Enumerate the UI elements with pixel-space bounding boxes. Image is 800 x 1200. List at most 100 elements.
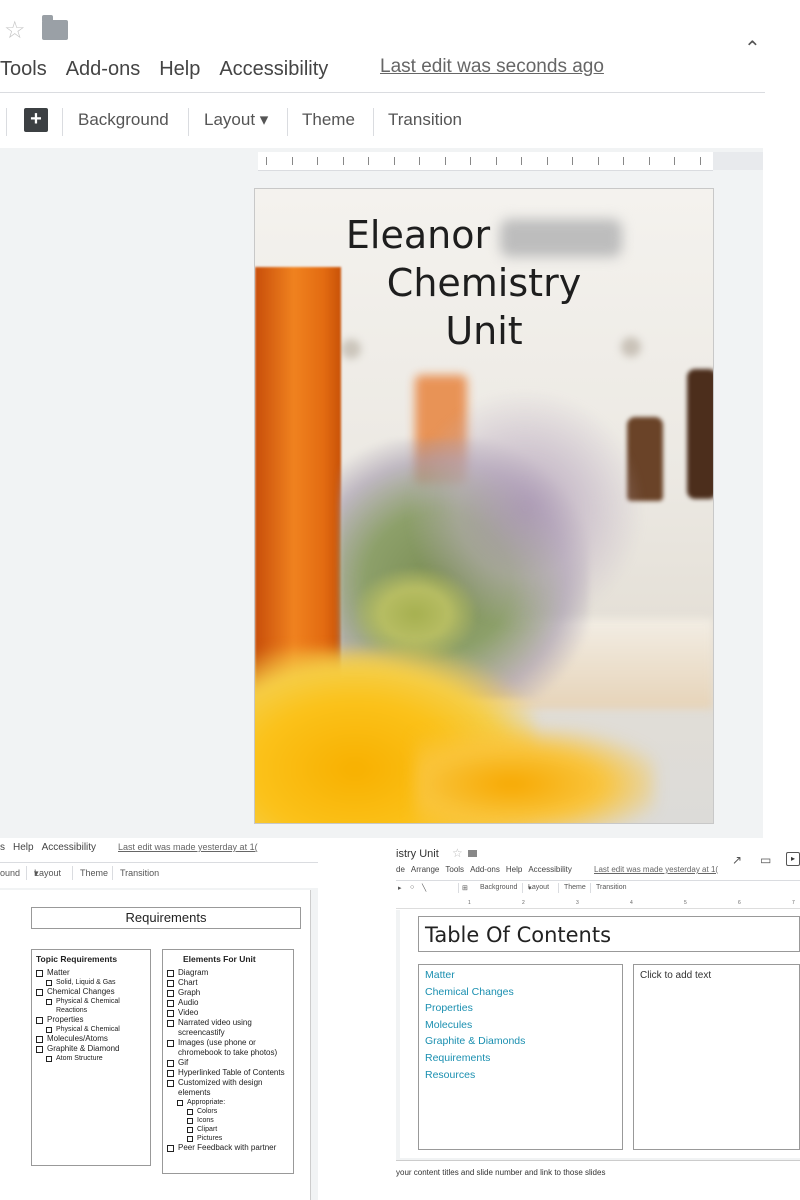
background-button[interactable]: Background — [480, 884, 517, 891]
comment-icon[interactable]: ▭ — [760, 853, 771, 867]
checkbox-bullet-icon — [167, 1060, 174, 1067]
select-icon[interactable]: ▸ — [398, 884, 402, 892]
ruler-tick — [291, 157, 293, 165]
menu-bar: s Help Accessibility — [0, 842, 104, 853]
background-button[interactable]: ound — [0, 868, 20, 878]
last-edit-link[interactable]: Last edit was seconds ago — [380, 56, 604, 78]
speaker-notes-divider[interactable] — [396, 1160, 800, 1161]
checkbox-bullet-icon — [167, 990, 174, 997]
checklist-item-text: Molecules/Atoms — [47, 1034, 108, 1043]
document-title[interactable]: istry Unit — [396, 848, 439, 860]
checkbox-bullet-icon — [187, 1109, 193, 1115]
ruler-tick — [342, 157, 344, 165]
ruler-tick — [266, 157, 267, 165]
menu-arrange[interactable]: Arrange — [411, 865, 439, 874]
toolbar-divider — [62, 108, 63, 136]
theme-button[interactable]: Theme — [80, 868, 108, 878]
student-first-name: Eleanor — [345, 213, 491, 257]
checkbox-bullet-icon — [46, 1027, 52, 1033]
topic-requirements-box[interactable]: Topic Requirements Matter Solid, Liquid &… — [31, 949, 151, 1166]
checklist-item-text: Solid, Liquid & Gas — [56, 979, 116, 986]
toc-links-box[interactable]: Matter Chemical Changes Properties Molec… — [418, 964, 623, 1150]
toolbar-divider — [26, 866, 27, 880]
topic-requirements-header: Topic Requirements — [36, 954, 118, 964]
text-placeholder-box[interactable]: Click to add text — [633, 964, 800, 1150]
checklist-item: Chart — [167, 978, 289, 988]
toc-link-matter[interactable]: Matter — [425, 967, 616, 984]
toc-link-properties[interactable]: Properties — [425, 1000, 616, 1017]
menu-accessibility[interactable]: Accessibility — [219, 58, 328, 81]
toc-link-resources[interactable]: Resources — [425, 1067, 616, 1084]
toc-link-graphite-diamonds[interactable]: Graphite & Diamonds — [425, 1033, 616, 1050]
checkbox-bullet-icon — [167, 1070, 174, 1077]
last-edit-link[interactable]: Last edit was made yesterday at 1( — [118, 842, 258, 852]
menu-slide-cropped[interactable]: de — [396, 865, 405, 874]
checkbox-bullet-icon — [167, 1040, 174, 1047]
collapse-menu-icon[interactable]: ⌃ — [744, 36, 761, 61]
folder-icon[interactable] — [468, 850, 477, 857]
present-icon[interactable]: ▸ — [786, 852, 800, 866]
elements-for-unit-box[interactable]: Elements For Unit Diagram Chart Graph Audio… — [162, 949, 294, 1174]
line-icon[interactable]: ╲ — [422, 884, 426, 892]
title-slide[interactable]: Eleanor Chemistry Unit — [254, 188, 714, 824]
layout-button[interactable]: Layout ▾ — [204, 110, 268, 130]
topic-requirements-list: Matter Solid, Liquid & Gas Chemical Change… — [36, 968, 146, 1063]
dark-bottle — [687, 369, 713, 499]
menu-help[interactable]: Help — [506, 865, 522, 874]
checklist-item: Peer Feedback with partner — [167, 1143, 289, 1153]
speaker-notes[interactable]: your content titles and slide number and… — [396, 1168, 605, 1177]
checklist-item: Gif — [167, 1058, 289, 1068]
checkbox-bullet-icon — [167, 970, 174, 977]
star-icon[interactable]: ☆ — [452, 846, 463, 860]
checklist-item: Audio — [167, 998, 289, 1008]
transition-button[interactable]: Transition — [120, 868, 159, 878]
ruler-tick — [674, 157, 675, 165]
new-comment-icon[interactable]: + — [24, 108, 48, 132]
menu-tools-cropped[interactable]: s — [0, 842, 5, 853]
horizontal-ruler[interactable] — [258, 152, 713, 171]
menu-tools[interactable]: Tools — [445, 865, 464, 874]
toolbar-divider — [112, 866, 113, 880]
ruler-tick — [470, 157, 471, 165]
transition-button[interactable]: Transition — [596, 884, 626, 891]
menu-accessibility[interactable]: Accessibility — [42, 842, 96, 853]
new-comment-icon[interactable]: ⊞ — [462, 884, 468, 892]
shape-icon[interactable]: ○ — [410, 884, 414, 891]
checklist-item: Icons — [187, 1116, 289, 1125]
star-icon[interactable]: ☆ — [4, 16, 26, 45]
toc-link-molecules[interactable]: Molecules — [425, 1017, 616, 1034]
checklist-item-text: Hyperlinked Table of Contents — [178, 1068, 285, 1077]
ruler-tick — [317, 157, 318, 165]
checkbox-bullet-icon — [187, 1127, 193, 1133]
menu-help[interactable]: Help — [13, 842, 34, 853]
activity-trend-icon[interactable]: ↗ — [732, 853, 742, 867]
menu-addons[interactable]: Add-ons — [66, 58, 141, 81]
toolbar-divider — [590, 883, 591, 893]
theme-button[interactable]: Theme — [302, 110, 355, 130]
toolbar-divider — [287, 108, 288, 136]
toc-link-requirements[interactable]: Requirements — [425, 1050, 616, 1067]
last-edit-link[interactable]: Last edit was made yesterday at 1( — [594, 865, 718, 874]
checklist-item-text: Pictures — [197, 1135, 223, 1142]
transition-button[interactable]: Transition — [388, 110, 462, 130]
checkbox-bullet-icon — [36, 1017, 43, 1024]
checklist-item: Images (use phone or chromebook to take … — [167, 1038, 289, 1058]
checklist-item: Pictures — [187, 1134, 289, 1143]
toc-link-chemical-changes[interactable]: Chemical Changes — [425, 984, 616, 1001]
ruler-tick — [495, 157, 497, 165]
menu-help[interactable]: Help — [159, 58, 200, 81]
theme-button[interactable]: Theme — [564, 884, 586, 891]
menu-accessibility[interactable]: Accessibility — [528, 865, 572, 874]
checklist-item: Solid, Liquid & Gas — [46, 978, 146, 987]
menu-tools[interactable]: Tools — [0, 58, 47, 81]
folder-icon[interactable] — [42, 15, 68, 40]
checkbox-bullet-icon — [187, 1136, 193, 1142]
checkbox-bullet-icon — [36, 989, 43, 996]
ruler-tick — [393, 157, 395, 165]
background-button[interactable]: Background — [78, 110, 169, 130]
menu-addons[interactable]: Add-ons — [470, 865, 500, 874]
ruler-number: 4 — [630, 900, 633, 906]
toc-title[interactable]: Table Of Contents — [418, 916, 800, 952]
horizontal-ruler[interactable]: 1 2 3 4 5 6 7 — [396, 900, 800, 909]
toolbar-divider — [72, 866, 73, 880]
